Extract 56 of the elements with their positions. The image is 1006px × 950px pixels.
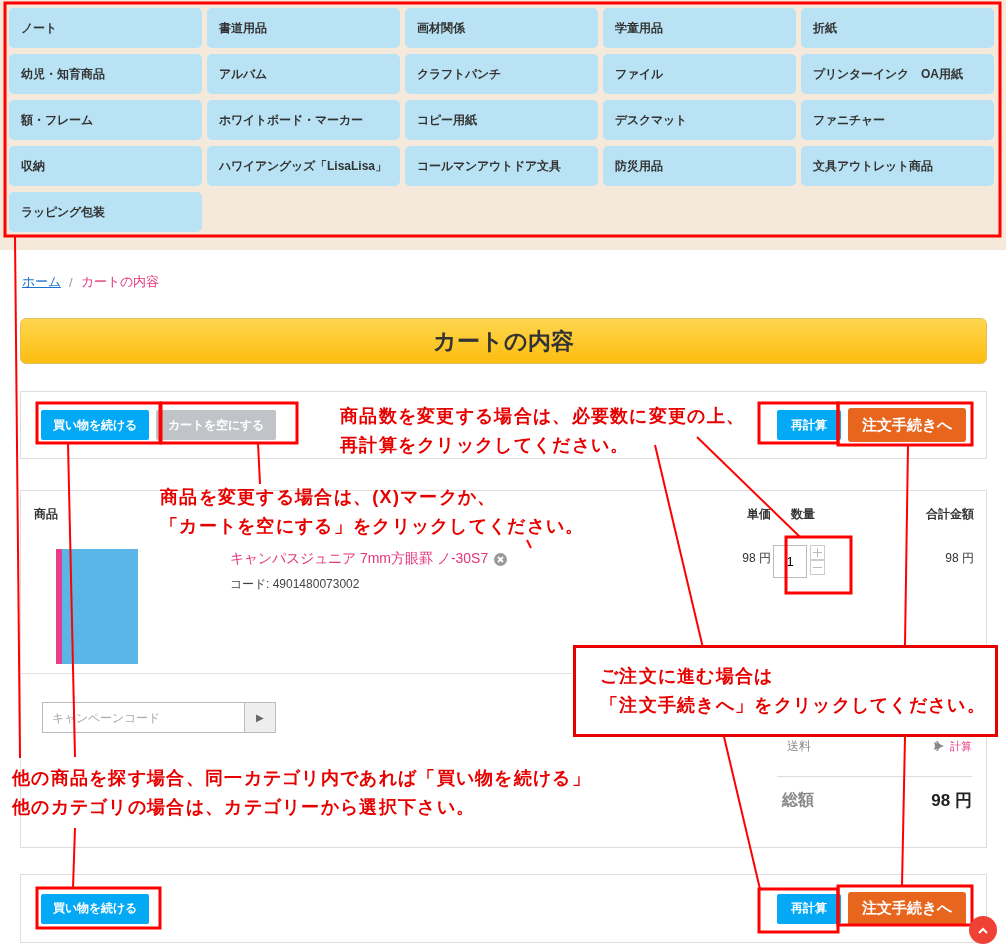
line-total: 98 円 bbox=[945, 550, 974, 567]
category-link[interactable]: ラッピング包装 bbox=[9, 192, 202, 232]
shipping-calc-link[interactable]: 計算 bbox=[933, 738, 972, 754]
remove-icon[interactable] bbox=[494, 552, 508, 566]
total-label: 総額 bbox=[782, 790, 814, 810]
column-header: 商品 bbox=[34, 506, 58, 523]
leader-line bbox=[526, 539, 532, 549]
category-link[interactable]: ホワイトボード・マーカー bbox=[207, 100, 400, 140]
airplane-icon bbox=[933, 740, 945, 752]
page-title: カートの内容 bbox=[20, 318, 987, 364]
annotation-text: 他の商品を探す場合、同一カテゴリ内であれば「買い物を続ける」 bbox=[12, 767, 591, 790]
column-header: 数量 bbox=[790, 506, 815, 523]
annotation-text: 商品を変更する場合は、(X)マークか、 bbox=[160, 486, 497, 509]
annotation-text: 他のカテゴリの場合は、カテゴリーから選択下さい。 bbox=[12, 796, 476, 819]
annotation-text: 「カートを空にする」をクリックしてください。 bbox=[160, 515, 585, 538]
category-link[interactable]: 額・フレーム bbox=[9, 100, 202, 140]
highlight-frame bbox=[784, 535, 853, 595]
category-link[interactable]: ファニチャー bbox=[801, 100, 994, 140]
category-link[interactable]: 文具アウトレット商品 bbox=[801, 146, 994, 186]
plus-icon[interactable] bbox=[810, 545, 825, 560]
minus-icon[interactable] bbox=[810, 560, 825, 575]
leader-line bbox=[72, 827, 76, 889]
category-link[interactable]: ノート bbox=[9, 8, 202, 48]
category-link[interactable]: デスクマット bbox=[603, 100, 796, 140]
chevron-up-icon bbox=[978, 926, 988, 934]
category-link[interactable]: ファイル bbox=[603, 54, 796, 94]
scroll-top-button[interactable] bbox=[969, 916, 997, 944]
shipping-label: 送料 bbox=[787, 737, 811, 755]
annotation-text: ご注文に進む場合は bbox=[600, 665, 774, 688]
leader-line bbox=[257, 442, 261, 485]
category-link[interactable]: 折紙 bbox=[801, 8, 994, 48]
category-link[interactable]: 学童用品 bbox=[603, 8, 796, 48]
category-link[interactable]: 幼児・知育商品 bbox=[9, 54, 202, 94]
category-link[interactable]: アルバム bbox=[207, 54, 400, 94]
category-link[interactable]: コールマンアウトドア文具 bbox=[405, 146, 598, 186]
category-link[interactable]: 収納 bbox=[9, 146, 202, 186]
category-link[interactable]: 書道用品 bbox=[207, 8, 400, 48]
breadcrumb-current: カートの内容 bbox=[80, 273, 159, 291]
breadcrumb-separator: / bbox=[69, 274, 73, 290]
category-link[interactable]: コピー用紙 bbox=[405, 100, 598, 140]
unit-price: 98 円 bbox=[742, 550, 771, 567]
product-name-link[interactable]: キャンパスジュニア 7mm方眼罫 ノ-30S7 bbox=[230, 550, 489, 568]
category-link[interactable]: ハワイアングッズ「LisaLisa」 bbox=[207, 146, 400, 186]
column-header: 合計金額 bbox=[926, 506, 974, 523]
annotation-text: 商品数を変更する場合は、必要数に変更の上、 bbox=[340, 405, 746, 428]
category-link[interactable]: 防災用品 bbox=[603, 146, 796, 186]
campaign-submit-button[interactable]: ▶ bbox=[245, 702, 276, 733]
category-link[interactable]: プリンターインク OA用紙 bbox=[801, 54, 994, 94]
annotation-text: 「注文手続きへ」をクリックしてください。 bbox=[600, 694, 986, 717]
column-header: 単価 bbox=[747, 506, 771, 523]
annotation-text: 再計算をクリックしてください。 bbox=[340, 434, 630, 457]
product-code: コード: 4901480073002 bbox=[230, 576, 360, 593]
category-link[interactable]: 画材関係 bbox=[405, 8, 598, 48]
category-link[interactable]: クラフトパンチ bbox=[405, 54, 598, 94]
total-amount: 98 円 bbox=[931, 790, 972, 812]
breadcrumb-home-link[interactable]: ホーム bbox=[22, 273, 61, 291]
